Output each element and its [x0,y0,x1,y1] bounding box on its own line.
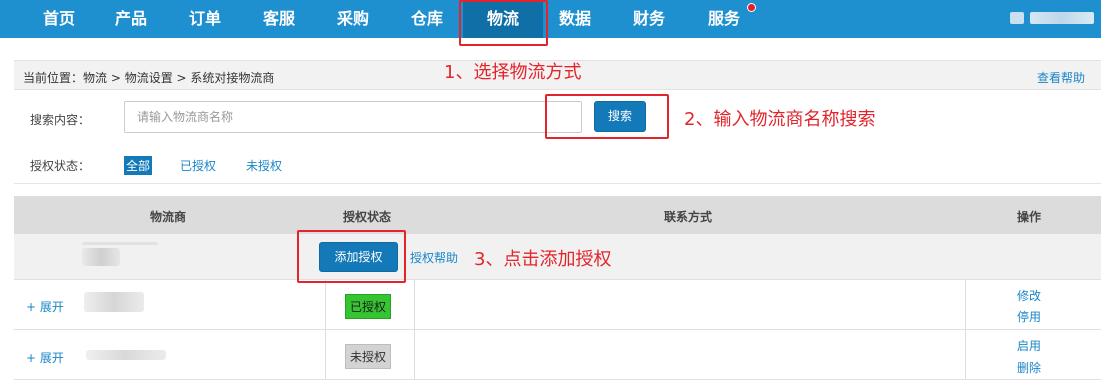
breadcrumb: 当前位置：物流 > 物流设置 > 系统对接物流商 [23,69,274,86]
step2-annotation: 2、输入物流商名称搜索 [684,109,876,130]
nav-item-finance[interactable]: 财务 [628,0,670,38]
search-label: 搜索内容： [30,113,91,127]
expand-toggle[interactable]: + 展开 [26,298,64,315]
nav-item-data[interactable]: 数据 [554,0,596,38]
auth-status-label: 授权状态： [30,159,91,173]
disable-link[interactable]: 停用 [1017,308,1041,325]
search-input[interactable] [124,101,582,133]
section-divider [14,183,1101,184]
column-divider [965,330,966,379]
column-divider [965,280,966,329]
filter-unauthorized[interactable]: 未授权 [246,157,282,174]
column-header-auth-status: 授权状态 [343,210,392,224]
column-header-contact: 联系方式 [664,210,713,224]
enable-link[interactable]: 启用 [1017,337,1041,354]
breadcrumb-path[interactable]: 物流 > 物流设置 > 系统对接物流商 [83,71,274,85]
blurred-user-name[interactable] [1030,12,1094,24]
nav-item-home[interactable]: 首页 [38,0,80,38]
delete-link[interactable]: 删除 [1017,359,1041,376]
column-divider [325,330,326,379]
step3-annotation: 3、点击添加授权 [474,249,612,270]
step3-highlight-box [297,230,406,283]
nav-item-customer-service[interactable]: 客服 [258,0,300,38]
nav-item-services[interactable]: 服务 [703,0,745,38]
notification-dot-icon [747,3,756,12]
blurred-carrier-name [82,248,120,266]
table-row: + 展开 已授权 修改 停用 [14,280,1101,330]
nav-item-products[interactable]: 产品 [110,0,152,38]
table-row: + 展开 未授权 启用 删除 [14,330,1101,380]
column-header-actions: 操作 [1017,210,1042,224]
filter-all[interactable]: 全部 [124,156,153,175]
breadcrumb-label: 当前位置： [23,71,84,85]
expand-toggle[interactable]: + 展开 [26,349,64,366]
column-divider [414,280,415,329]
view-help-link[interactable]: 查看帮助 [1037,69,1085,86]
column-header-carrier: 物流商 [150,210,187,224]
blurred-carrier-logo [82,242,158,245]
top-navigation-bar: 首页 产品 订单 客服 采购 仓库 物流 数据 财务 服务 [0,0,1101,38]
blurred-user-avatar[interactable] [1010,12,1024,24]
step2-highlight-box [545,94,669,139]
blurred-carrier-name [86,350,166,360]
filter-authorized[interactable]: 已授权 [180,157,216,174]
authorization-help-link[interactable]: 授权帮助 [410,249,458,266]
column-divider [414,330,415,379]
nav-item-orders[interactable]: 订单 [184,0,226,38]
table-header: 物流商 授权状态 联系方式 操作 [14,196,1101,234]
status-badge-authorized: 已授权 [345,294,392,319]
nav-item-warehouse[interactable]: 仓库 [406,0,448,38]
step1-highlight-box [459,0,548,46]
edit-link[interactable]: 修改 [1017,287,1041,304]
status-badge-unauthorized: 未授权 [345,344,392,369]
nav-item-purchasing[interactable]: 采购 [332,0,374,38]
step1-annotation: 1、选择物流方式 [444,62,582,83]
column-divider [325,280,326,329]
blurred-carrier-name [84,292,144,312]
